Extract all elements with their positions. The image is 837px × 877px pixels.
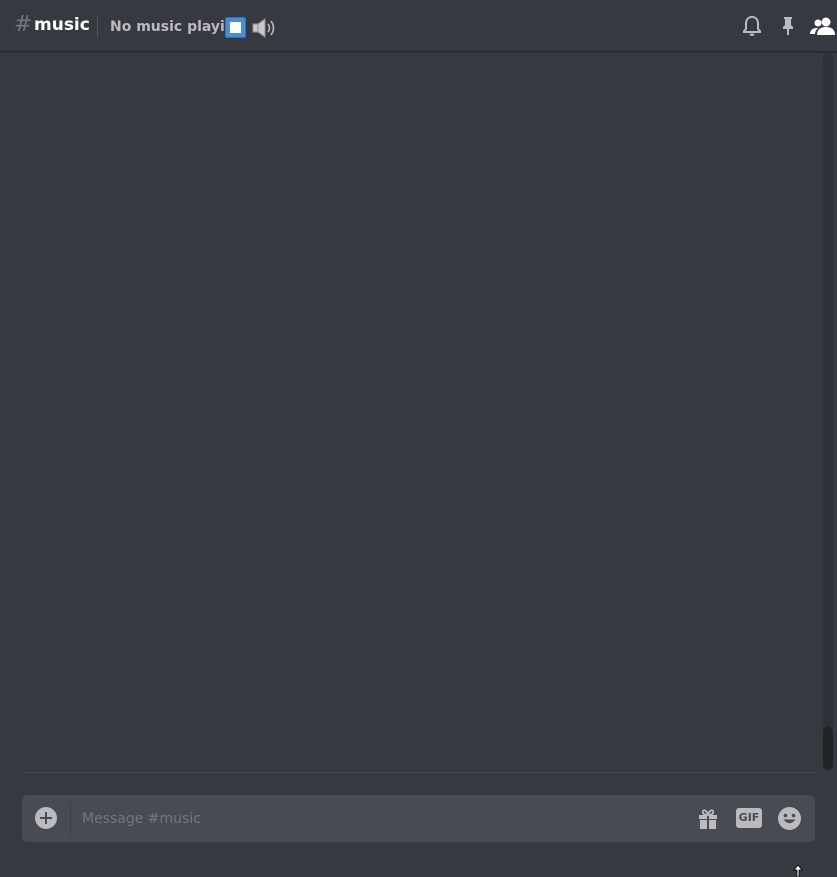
- emoji-icon[interactable]: [777, 806, 802, 831]
- gift-icon[interactable]: [696, 807, 720, 831]
- mouse-cursor-icon: [793, 865, 803, 877]
- message-composer: GIF: [22, 795, 815, 842]
- gif-icon[interactable]: GIF: [736, 808, 762, 828]
- speaker-icon[interactable]: [251, 16, 277, 40]
- pin-icon[interactable]: [776, 14, 800, 38]
- composer-divider: [70, 801, 71, 836]
- scrollbar-thumb[interactable]: [823, 727, 833, 770]
- discord-channel-view: # music No music playing Message #music …: [0, 0, 837, 877]
- upload-icon[interactable]: [35, 807, 57, 829]
- header-divider: [97, 16, 98, 38]
- members-icon[interactable]: [809, 14, 837, 38]
- bell-icon[interactable]: [740, 14, 764, 38]
- messages-divider: [22, 772, 816, 773]
- scrollbar-track[interactable]: [823, 53, 833, 770]
- channel-header: # music No music playing: [0, 0, 837, 52]
- hash-icon: #: [14, 12, 33, 37]
- message-input[interactable]: [82, 795, 682, 842]
- message-list[interactable]: [0, 53, 837, 773]
- channel-name: music: [34, 15, 90, 35]
- stop-icon[interactable]: [225, 17, 246, 38]
